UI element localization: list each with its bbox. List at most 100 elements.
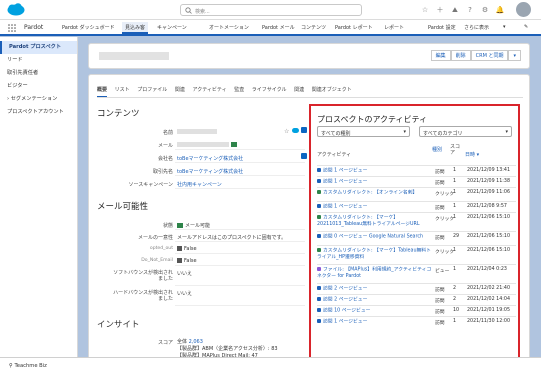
field-value-blurred — [177, 129, 217, 135]
favorites-star-icon[interactable]: ☆ — [420, 5, 430, 15]
activity-score: 1 — [453, 179, 457, 184]
field-hard-bounce: ハードバウンスが検出されました いいえ — [97, 288, 305, 306]
chevron-down-icon[interactable]: ▾ — [503, 24, 506, 30]
activity-score: 10 — [453, 308, 460, 313]
nav-dashboard[interactable]: Pardot ダッシュボード — [62, 24, 115, 31]
gear-icon[interactable]: ⚙ — [480, 5, 490, 15]
activity-score: 29 — [453, 234, 460, 239]
record-panel: 概要 リスト プロファイル 関連 アクティビティ 監査 ライフサイクル 関連 関… — [88, 74, 530, 360]
company-link[interactable]: toBeマーケティング株式会社 — [177, 155, 243, 162]
activity-category-select[interactable]: すべてのカテゴリ ▾ — [419, 126, 512, 137]
header-actions: 編集 削除 CRM と同期 ▾ — [430, 50, 521, 61]
activity-date: 2021/12/02 21:40 — [467, 286, 510, 291]
nav-content[interactable]: コンテンツ — [301, 24, 326, 31]
score-total-link[interactable]: 2,063 — [189, 339, 203, 345]
col-date[interactable]: 日時 ▾ — [465, 151, 479, 158]
field-label: メール — [157, 143, 173, 149]
tab-lists[interactable]: リスト — [115, 86, 130, 93]
search-placeholder: 検索... — [195, 9, 210, 15]
crm-sync-button[interactable]: CRM と同期 — [470, 50, 509, 61]
activity-date: 2021/12/09 11:38 — [467, 179, 510, 184]
sidebar-item-leads[interactable]: リード — [0, 54, 77, 67]
col-activity[interactable]: アクティビティ — [317, 151, 351, 158]
edit-button[interactable]: 編集 — [430, 50, 451, 61]
sidebar-item-pardot-prospects[interactable]: Pardot プロスペクト — [0, 41, 77, 54]
linkedin-icon[interactable] — [301, 153, 307, 159]
help-icon[interactable]: ? — [465, 5, 475, 15]
tab-activity[interactable]: アクティビティ — [192, 86, 226, 93]
activity-score: 1 — [453, 190, 457, 195]
favorite-star-icon[interactable]: ☆ — [284, 128, 289, 135]
activity-row: 訪問 2 ページビュー 訪問 2 2021/12/02 14:04 — [317, 294, 516, 305]
user-avatar[interactable] — [516, 2, 531, 17]
tab-related-1[interactable]: 関連 — [175, 86, 185, 93]
activity-link[interactable]: 訪問 10 ページビュー — [317, 308, 432, 315]
nav-automation[interactable]: オートメーション — [209, 24, 249, 31]
nav-pardot-reports[interactable]: Pardot レポート — [335, 24, 373, 31]
activity-link[interactable]: カスタムリダイレクト: 【マーケ】20211013_Tableau無料トライアル… — [317, 215, 432, 228]
tab-divider — [97, 97, 523, 98]
teachme-biz-item[interactable]: ⚲ Teachme Biz — [9, 363, 47, 369]
source-campaign-link[interactable]: 社内用キャンペーン — [177, 181, 222, 188]
app-name: Pardot — [24, 24, 44, 31]
activity-link[interactable]: 訪問 1 ページビュー — [317, 204, 432, 211]
activity-link[interactable]: 訪問 1 ページビュー — [317, 168, 432, 175]
activity-row: カスタムリダイレクト: 【マーケ】20211013_Tableau無料トライアル… — [317, 212, 516, 231]
activity-link[interactable]: 訪問 2 ページビュー — [317, 297, 432, 304]
delete-button[interactable]: 削除 — [450, 50, 471, 61]
activity-score: 2 — [453, 286, 457, 291]
activity-row: 訪問 1 ページビュー 訪問 1 2021/12/09 13:41 — [317, 165, 516, 176]
nav-pardot-email[interactable]: Pardot メール — [262, 24, 295, 31]
more-actions-button[interactable]: ▾ — [508, 50, 521, 61]
sidebar-item-prospect-accounts[interactable]: プロスペクトアカウント — [0, 106, 77, 119]
activity-link[interactable]: ファイル: 【MAPlus】利用規約_アクティビティコネクター for Pard… — [317, 267, 432, 280]
salesforce-logo[interactable] — [7, 3, 25, 16]
nav-more[interactable]: さらに表示 — [464, 24, 489, 31]
account-link[interactable]: toBeマーケティング株式会社 — [177, 168, 243, 175]
app-launcher-icon[interactable] — [8, 24, 16, 32]
sidebar-item-segmentation[interactable]: › セグメンテーション — [0, 93, 77, 106]
activity-type: ビュー — [435, 269, 450, 274]
activity-score: 1 — [453, 215, 457, 220]
tab-lifecycle[interactable]: ライフサイクル — [252, 86, 287, 93]
tab-audit[interactable]: 監査 — [234, 86, 244, 93]
nav-reports[interactable]: レポート — [384, 24, 404, 31]
global-search-input[interactable]: 検索... — [180, 4, 362, 16]
contents-title: コンテンツ — [97, 109, 140, 119]
activity-link[interactable]: 訪問 1 ページビュー — [317, 319, 432, 326]
activity-link[interactable]: 訪問 2 ページビュー — [317, 286, 432, 293]
activity-type-icon — [317, 215, 321, 219]
col-score[interactable]: スコア — [450, 144, 460, 156]
activity-type-select[interactable]: すべての種別 ▾ — [317, 126, 410, 137]
nav-campaigns[interactable]: キャンペーン — [157, 24, 187, 31]
activity-date: 2021/12/08 9:57 — [467, 204, 507, 209]
activity-link[interactable]: カスタムリダイレクト: 【マーケ】Tableau無料トライアル_HP遷移資料 — [317, 248, 432, 261]
field-label: ソースキャンペーン — [128, 182, 173, 188]
field-label: メールの一意性 — [137, 235, 173, 241]
activity-name: カスタムリダイレクト: 【マーケ】20211013_Tableau無料トライアル… — [317, 215, 420, 227]
activity-link[interactable]: 訪問 1 ページビュー — [317, 179, 432, 186]
tab-related-objects[interactable]: 関連オブジェクト — [312, 86, 352, 93]
field-value: メール可能 — [177, 222, 210, 229]
activity-name: カスタムリダイレクト: 【オンライン名刺】 — [323, 190, 418, 196]
trailhead-icon[interactable]: ⛰ — [450, 5, 460, 15]
linkedin-icon[interactable] — [301, 127, 307, 133]
record-header: 編集 削除 CRM と同期 ▾ — [88, 43, 530, 69]
sidebar-item-contacts[interactable]: 取引先責任者 — [0, 67, 77, 80]
nav-pardot-settings[interactable]: Pardot 設定 — [428, 24, 456, 31]
divider — [175, 149, 305, 150]
select-value: すべての種別 — [321, 131, 351, 137]
bell-icon[interactable]: 🔔 — [495, 5, 505, 15]
global-actions-plus-icon[interactable]: ＋ — [435, 5, 445, 15]
sidebar-item-visitors[interactable]: ビジター — [0, 80, 77, 93]
activity-link[interactable]: カスタムリダイレクト: 【オンライン名刺】 — [317, 190, 432, 197]
tab-related-2[interactable]: 関連 — [294, 86, 304, 93]
col-type[interactable]: 種別 — [432, 147, 442, 153]
edit-nav-pencil-icon[interactable]: ✎ — [524, 24, 528, 30]
activity-link[interactable]: 訪問 0 ページビュー Google Natural Search — [317, 234, 432, 241]
utility-label: Teachme Biz — [14, 363, 47, 369]
divider — [175, 175, 305, 176]
field-value: False — [184, 246, 197, 252]
tab-profile[interactable]: プロファイル — [137, 86, 167, 93]
nav-prospects[interactable]: 見込み客 — [122, 22, 149, 34]
